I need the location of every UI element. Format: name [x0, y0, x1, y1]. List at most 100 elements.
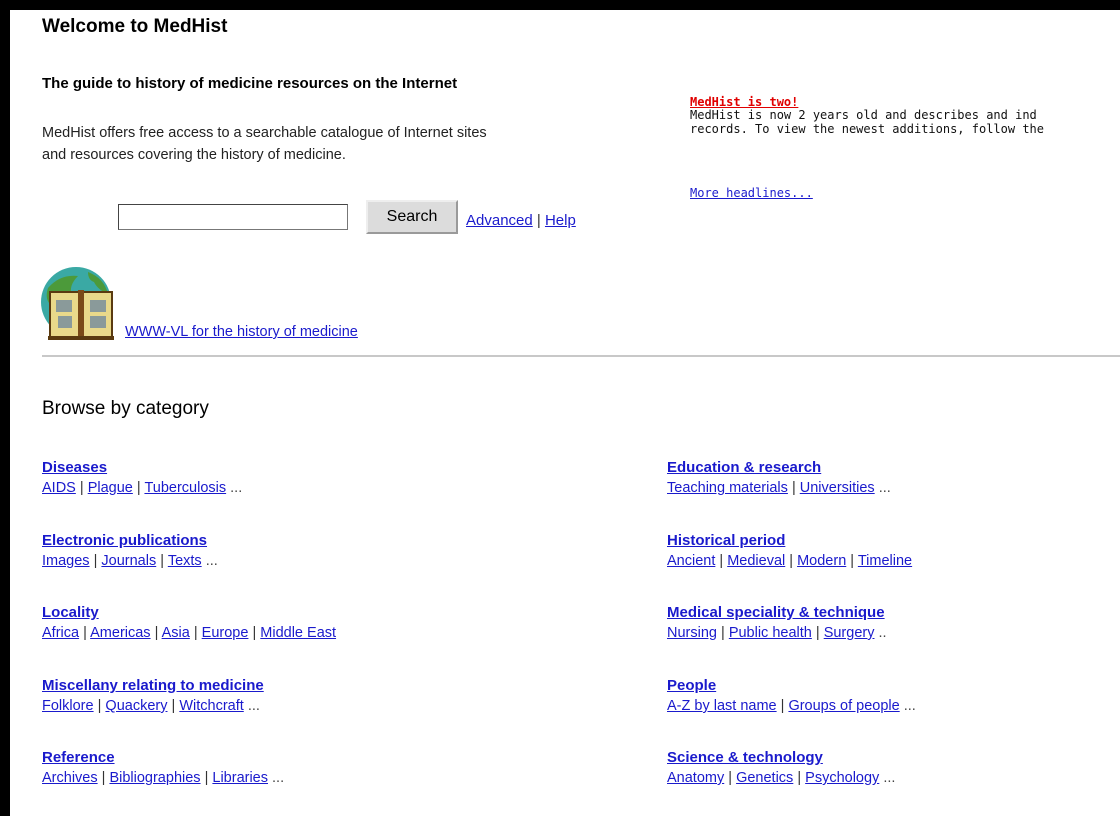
subcategory-list: Teaching materials | Universities ... [667, 478, 891, 498]
subcategory-link[interactable]: AIDS [42, 480, 76, 496]
subcategory-link[interactable]: Americas [90, 625, 150, 641]
subcategory-link[interactable]: Public health [729, 625, 812, 641]
subcategory-link[interactable]: Images [42, 553, 90, 569]
subcategory-link[interactable]: Africa [42, 625, 79, 641]
subcategory-link[interactable]: Anatomy [667, 770, 724, 786]
subcategory-link[interactable]: Ancient [667, 553, 715, 569]
category-medical-speciality: Medical speciality & technique Nursing |… [667, 603, 887, 643]
subcategory-list: A-Z by last name | Groups of people ... [667, 696, 916, 716]
subcategory-list: Africa | Americas | Asia | Europe | Midd… [42, 623, 336, 643]
more-headlines-link[interactable]: More headlines... [690, 186, 813, 200]
subcategory-link[interactable]: Texts [168, 553, 202, 569]
subcategory-link[interactable]: Surgery [824, 625, 875, 641]
separator: | [791, 480, 796, 496]
subcategory-link[interactable]: Groups of people [788, 698, 899, 714]
category-link[interactable]: Historical period [667, 531, 912, 551]
subcategory-link[interactable]: Universities [800, 480, 875, 496]
subcategory-link[interactable]: Libraries [212, 770, 268, 786]
separator: | [79, 480, 84, 496]
vl-history-link[interactable]: WWW-VL for the history of medicine [125, 324, 358, 340]
category-link[interactable]: Electronic publications [42, 531, 218, 551]
subcategory-link[interactable]: Genetics [736, 770, 793, 786]
subcategory-link[interactable]: Folklore [42, 698, 94, 714]
help-link[interactable]: Help [545, 212, 576, 229]
subcategory-link[interactable]: Tuberculosis [144, 480, 226, 496]
subcategory-list: Images | Journals | Texts ... [42, 551, 218, 571]
subcategory-list: AIDS | Plague | Tuberculosis ... [42, 478, 242, 498]
category-link[interactable]: Diseases [42, 458, 242, 478]
separator: | [850, 553, 855, 569]
divider [42, 355, 1120, 357]
open-book-globe-icon[interactable] [38, 266, 124, 342]
category-historical-period: Historical period Ancient | Medieval | M… [667, 531, 912, 571]
category-link[interactable]: Locality [42, 603, 336, 623]
browse-heading: Browse by category [42, 398, 209, 419]
category-link[interactable]: Education & research [667, 458, 891, 478]
separator: | [160, 553, 165, 569]
subcategory-list: Archives | Bibliographies | Libraries ..… [42, 768, 284, 788]
category-link[interactable]: Medical speciality & technique [667, 603, 887, 623]
subcategory-link[interactable]: Timeline [858, 553, 912, 569]
news-headline[interactable]: MedHist is two! [690, 95, 798, 109]
category-link[interactable]: Science & technology [667, 748, 895, 768]
advanced-search-link[interactable]: Advanced [466, 212, 533, 229]
separator: | [780, 698, 785, 714]
news-headline-link[interactable]: MedHist is two! [690, 95, 798, 109]
ellipsis: ... [883, 770, 896, 786]
subcategory-link[interactable]: Europe [202, 625, 249, 641]
separator: | [193, 625, 198, 641]
window-frame-left [0, 0, 10, 816]
separator: | [721, 625, 725, 641]
news-body: MedHist is now 2 years old and describes… [690, 108, 1044, 136]
subcategory-link[interactable]: Medieval [727, 553, 785, 569]
subcategory-link[interactable]: Quackery [105, 698, 167, 714]
subcategory-link[interactable]: Modern [797, 553, 846, 569]
category-reference: Reference Archives | Bibliographies | Li… [42, 748, 284, 788]
subcategory-link[interactable]: Middle East [260, 625, 336, 641]
window-frame-top [0, 0, 1120, 10]
ellipsis: ... [247, 698, 260, 714]
separator: | [83, 625, 87, 641]
subcategory-link[interactable]: Psychology [805, 770, 879, 786]
subcategory-link[interactable]: A-Z by last name [667, 698, 777, 714]
intro-line-1: MedHist offers free access to a searchab… [42, 125, 487, 141]
category-diseases: Diseases AIDS | Plague | Tuberculosis ..… [42, 458, 242, 498]
news-body-line-2: records. To view the newest additions, f… [690, 122, 1045, 136]
category-education-research: Education & research Teaching materials … [667, 458, 891, 498]
separator: | [171, 698, 176, 714]
subcategory-list: Folklore | Quackery | Witchcraft ... [42, 696, 264, 716]
ellipsis: .. [878, 625, 887, 641]
search-links: Advanced | Help [466, 212, 576, 229]
separator: | [204, 770, 209, 786]
category-link[interactable]: Reference [42, 748, 284, 768]
separator: | [97, 698, 102, 714]
category-electronic-publications: Electronic publications Images | Journal… [42, 531, 218, 571]
subcategory-link[interactable]: Bibliographies [109, 770, 200, 786]
subcategory-list: Ancient | Medieval | Modern | Timeline [667, 551, 912, 571]
subcategory-link[interactable]: Witchcraft [179, 698, 243, 714]
subcategory-list: Anatomy | Genetics | Psychology ... [667, 768, 895, 788]
search-button[interactable]: Search [366, 200, 458, 234]
subcategory-link[interactable]: Asia [162, 625, 190, 641]
ellipsis: ... [272, 770, 285, 786]
category-link[interactable]: Miscellany relating to medicine [42, 676, 264, 696]
subcategory-link[interactable]: Journals [101, 553, 156, 569]
separator: | [154, 625, 159, 641]
separator: | [136, 480, 141, 496]
separator: | [797, 770, 802, 786]
search-input[interactable] [118, 204, 348, 230]
vl-logo-graphic [41, 267, 114, 340]
ellipsis: ... [878, 480, 891, 496]
separator: | [815, 625, 820, 641]
subcategory-link[interactable]: Nursing [667, 625, 717, 641]
subcategory-link[interactable]: Archives [42, 770, 98, 786]
intro-line-2: and resources covering the history of me… [42, 147, 346, 163]
category-link[interactable]: People [667, 676, 916, 696]
subcategory-link[interactable]: Teaching materials [667, 480, 788, 496]
category-miscellany: Miscellany relating to medicine Folklore… [42, 676, 264, 716]
separator: | [719, 553, 724, 569]
page-tagline: The guide to history of medicine resourc… [42, 75, 458, 92]
ellipsis: ... [230, 480, 243, 496]
separator: | [728, 770, 733, 786]
subcategory-link[interactable]: Plague [88, 480, 133, 496]
